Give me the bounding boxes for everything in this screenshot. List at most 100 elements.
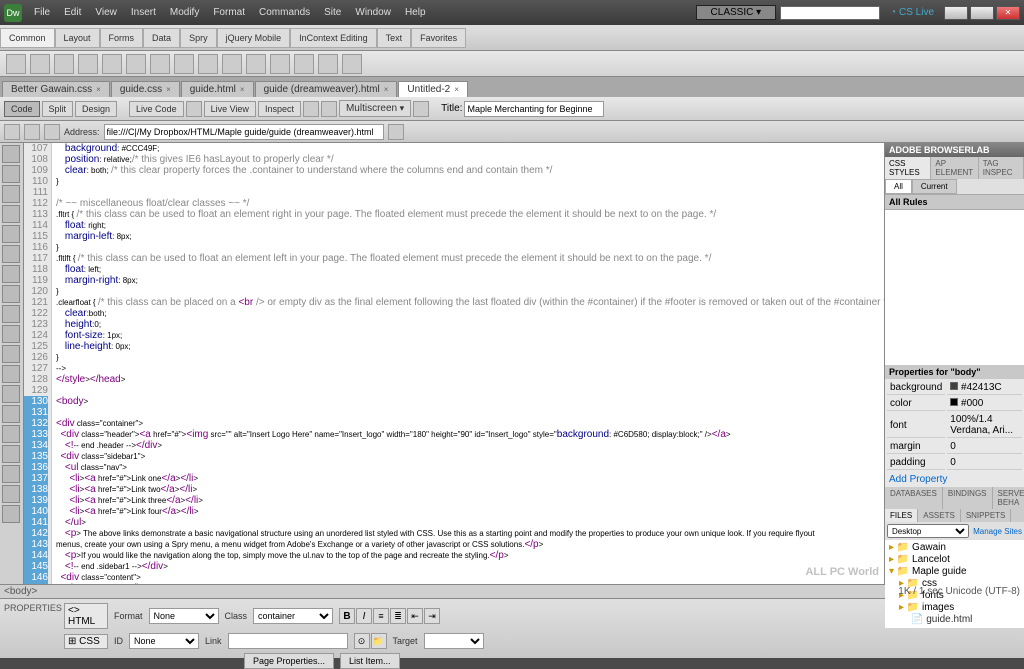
manage-sites-link[interactable]: Manage Sites bbox=[973, 527, 1022, 536]
address-input[interactable] bbox=[104, 124, 384, 140]
add-property-link[interactable]: Add Property bbox=[885, 472, 1024, 487]
list-item-button[interactable]: List Item... bbox=[340, 653, 400, 669]
live-code-button[interactable]: Live Code bbox=[129, 101, 184, 117]
back-icon[interactable] bbox=[4, 124, 20, 140]
close-tab-icon[interactable]: × bbox=[384, 85, 389, 94]
insert-tab-forms[interactable]: Forms bbox=[100, 28, 144, 48]
doc-tab[interactable]: guide (dreamweaver).html× bbox=[255, 81, 398, 97]
tag-chooser-icon[interactable] bbox=[342, 54, 362, 74]
media-icon[interactable] bbox=[150, 54, 170, 74]
insert-tab-common[interactable]: Common bbox=[0, 28, 55, 48]
insert-tab-spry[interactable]: Spry bbox=[180, 28, 217, 48]
menu-file[interactable]: File bbox=[28, 5, 56, 20]
close-tab-icon[interactable]: × bbox=[96, 85, 101, 94]
page-properties-button[interactable]: Page Properties... bbox=[244, 653, 334, 669]
maximize-button[interactable]: ▭ bbox=[970, 6, 994, 20]
image-icon[interactable] bbox=[126, 54, 146, 74]
doc-tab[interactable]: guide.css× bbox=[111, 81, 180, 97]
insert-tab-data[interactable]: Data bbox=[143, 28, 180, 48]
head-icon[interactable] bbox=[270, 54, 290, 74]
page-title-input[interactable] bbox=[464, 101, 604, 117]
css-styles-tab[interactable]: CSS STYLES bbox=[885, 157, 931, 179]
link-browse-icon[interactable]: ⊙ bbox=[354, 633, 370, 649]
format-source-icon[interactable] bbox=[2, 405, 20, 423]
link-input[interactable] bbox=[228, 633, 348, 649]
highlight-invalid-icon[interactable] bbox=[2, 265, 20, 283]
doc-tab[interactable]: guide.html× bbox=[181, 81, 254, 97]
view-split-button[interactable]: Split bbox=[42, 101, 74, 117]
collapse-icon[interactable] bbox=[2, 165, 20, 183]
widget-icon[interactable] bbox=[174, 54, 194, 74]
date-icon[interactable] bbox=[198, 54, 218, 74]
insert-tab-layout[interactable]: Layout bbox=[55, 28, 100, 48]
syntax-color-icon[interactable] bbox=[2, 305, 20, 323]
menu-edit[interactable]: Edit bbox=[58, 5, 87, 20]
css-all-button[interactable]: All bbox=[885, 179, 912, 194]
refresh-icon[interactable] bbox=[303, 101, 319, 117]
forward-icon[interactable] bbox=[24, 124, 40, 140]
browserlab-panel[interactable]: ADOBE BROWSERLAB bbox=[885, 143, 1024, 157]
close-tab-icon[interactable]: × bbox=[240, 85, 245, 94]
indent-button[interactable]: ⇥ bbox=[424, 608, 440, 624]
tag-selector[interactable]: <body> bbox=[4, 586, 37, 597]
anchor-icon[interactable] bbox=[54, 54, 74, 74]
indent-icon[interactable] bbox=[2, 365, 20, 383]
server-behaviors-tab[interactable]: SERVER BEHA bbox=[993, 487, 1024, 509]
wrap-tag-icon[interactable] bbox=[2, 465, 20, 483]
menu-commands[interactable]: Commands bbox=[253, 5, 316, 20]
home-icon[interactable] bbox=[44, 124, 60, 140]
auto-indent-icon[interactable] bbox=[2, 325, 20, 343]
doc-tab[interactable]: Better Gawain.css× bbox=[2, 81, 110, 97]
link-folder-icon[interactable]: 📁 bbox=[371, 633, 387, 649]
snippets-tab[interactable]: SNIPPETS bbox=[961, 509, 1012, 522]
menu-help[interactable]: Help bbox=[399, 5, 432, 20]
apply-comment-icon[interactable] bbox=[2, 425, 20, 443]
site-selector[interactable]: Desktop bbox=[887, 524, 969, 538]
outdent-icon[interactable] bbox=[2, 385, 20, 403]
css-properties-table[interactable]: background #42413Ccolor #000font100%/1.4… bbox=[885, 379, 1024, 472]
view-code-button[interactable]: Code bbox=[4, 101, 40, 117]
doc-tab[interactable]: Untitled-2× bbox=[398, 81, 467, 97]
line-numbers-icon[interactable] bbox=[2, 245, 20, 263]
live-view-button[interactable]: Live View bbox=[204, 101, 256, 117]
menu-modify[interactable]: Modify bbox=[164, 5, 205, 20]
class-select[interactable]: container bbox=[253, 608, 333, 624]
ul-button[interactable]: ≡ bbox=[373, 608, 389, 624]
snippets-icon[interactable] bbox=[2, 345, 20, 363]
css-current-button[interactable]: Current bbox=[912, 179, 957, 194]
templates-icon[interactable] bbox=[318, 54, 338, 74]
script-icon[interactable] bbox=[294, 54, 314, 74]
menu-site[interactable]: Site bbox=[318, 5, 347, 20]
close-tab-icon[interactable]: × bbox=[454, 85, 459, 94]
close-button[interactable]: ✕ bbox=[996, 6, 1020, 20]
code-editor[interactable]: 1071081091101111121131141151161171181191… bbox=[24, 143, 884, 584]
search-box[interactable] bbox=[780, 6, 880, 20]
format-select[interactable]: None bbox=[149, 608, 219, 624]
word-wrap-icon[interactable] bbox=[2, 285, 20, 303]
ol-button[interactable]: ≣ bbox=[390, 608, 406, 624]
insert-tab-text[interactable]: Text bbox=[377, 28, 412, 48]
bindings-tab[interactable]: BINDINGS bbox=[943, 487, 993, 509]
insert-tab-incontext[interactable]: InContext Editing bbox=[290, 28, 377, 48]
tag-inspector-tab[interactable]: TAG INSPEC bbox=[979, 157, 1024, 179]
italic-button[interactable]: I bbox=[356, 608, 372, 624]
insert-tab-favorites[interactable]: Favorites bbox=[411, 28, 466, 48]
comment-icon[interactable] bbox=[246, 54, 266, 74]
css-rules-tree[interactable]: </div><div class="">- body</div><div cla… bbox=[885, 210, 1024, 365]
open-docs-icon[interactable] bbox=[2, 145, 20, 163]
remove-comment-icon[interactable] bbox=[2, 445, 20, 463]
outdent-button[interactable]: ⇤ bbox=[407, 608, 423, 624]
id-select[interactable]: None bbox=[129, 633, 199, 649]
ap-elements-tab[interactable]: AP ELEMENT bbox=[931, 157, 978, 179]
inspect-button[interactable]: Inspect bbox=[258, 101, 301, 117]
select-parent-icon[interactable] bbox=[2, 205, 20, 223]
databases-tab[interactable]: DATABASES bbox=[885, 487, 943, 509]
recent-snippets-icon[interactable] bbox=[2, 485, 20, 503]
cslive-button[interactable]: ◔ CS Live bbox=[884, 7, 940, 18]
files-tab[interactable]: FILES bbox=[885, 509, 918, 522]
menu-view[interactable]: View bbox=[89, 5, 123, 20]
options-icon[interactable] bbox=[321, 101, 337, 117]
close-tab-icon[interactable]: × bbox=[166, 85, 171, 94]
multiscreen-button[interactable]: Multiscreen ▾ bbox=[339, 100, 411, 117]
browser-preview-icon[interactable] bbox=[413, 101, 429, 117]
